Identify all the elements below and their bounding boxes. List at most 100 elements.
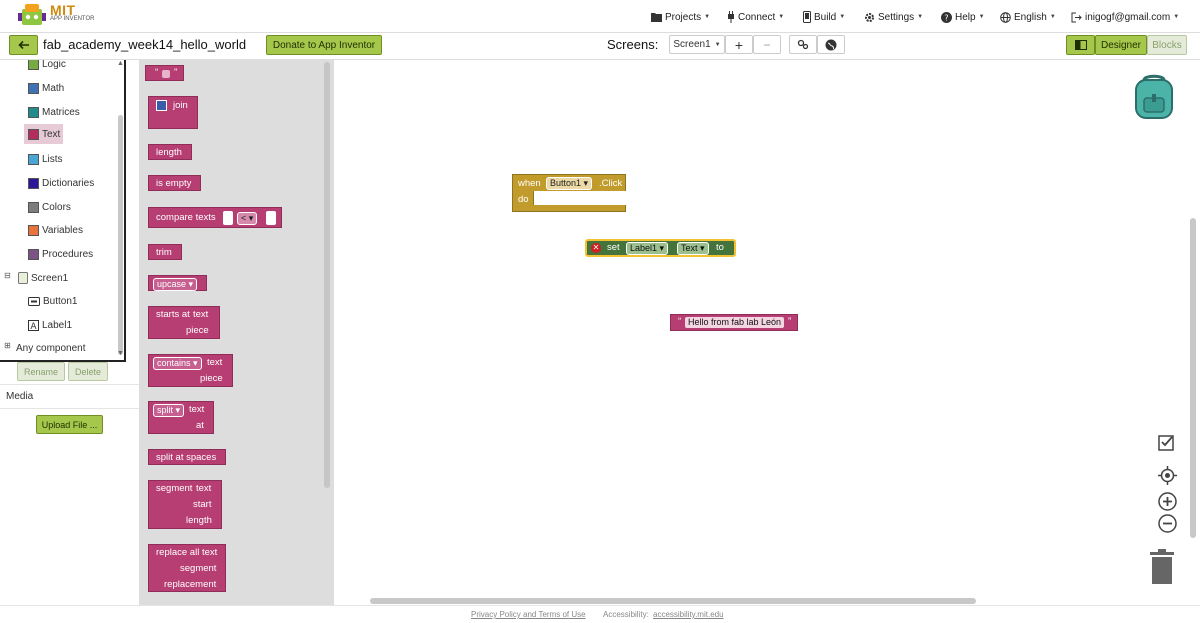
length-block[interactable]: length [148, 144, 192, 160]
designer-button[interactable]: Designer [1095, 35, 1147, 55]
quote-close: ” [788, 316, 792, 327]
split-block[interactable]: split ▾ text at [148, 401, 214, 434]
error-icon[interactable]: ✕ [591, 243, 601, 253]
blocks-workspace[interactable]: when Button1 ▾ .Click do ✕ set Label1 ▾ … [334, 60, 1200, 605]
menu-build[interactable]: Build ▼ [803, 8, 845, 26]
split-at-spaces-block[interactable]: split at spaces [148, 449, 226, 465]
compare-operator-dropdown[interactable]: < ▾ [237, 212, 258, 225]
replace-all-block[interactable]: replace all text segment replacement [148, 544, 226, 592]
tree-item-variables[interactable]: Variables [28, 222, 83, 238]
chevron-down-icon: ▼ [778, 14, 785, 20]
event-do-label: do [518, 194, 529, 205]
tree-item-label1[interactable]: A Label1 [28, 317, 72, 333]
remove-screen-button[interactable]: − [753, 35, 781, 54]
param-label: length [186, 515, 212, 526]
screen-select[interactable]: Screen1 ▼ [669, 35, 725, 54]
cleanup-checklist-icon[interactable] [1158, 433, 1176, 454]
tree-item-label: Screen1 [31, 272, 69, 284]
compare-texts-block[interactable]: compare texts < ▾ [148, 207, 282, 228]
string-value[interactable]: Hello from fab lab León [685, 317, 785, 328]
app-inventor-logo-icon[interactable] [18, 1, 48, 27]
zoom-out-icon[interactable] [1158, 514, 1177, 536]
tree-item-colors[interactable]: Colors [28, 199, 71, 215]
set-property-block[interactable]: ✕ set Label1 ▾ Text ▾ to [585, 239, 736, 257]
param-label: piece [200, 373, 223, 384]
contains-mode-dropdown[interactable]: contains ▾ [153, 357, 202, 370]
add-screen-button[interactable]: + [725, 35, 753, 54]
accessibility-link[interactable]: accessibility.mit.edu [653, 610, 724, 619]
delete-button[interactable]: Delete [68, 362, 108, 381]
tree-item-matrices[interactable]: Matrices [28, 104, 80, 120]
upcase-block[interactable]: upcase ▾ [148, 275, 207, 291]
param-label: start [193, 499, 212, 510]
tree-item-dictionaries[interactable]: Dictionaries [28, 175, 94, 191]
tree-item-math[interactable]: Math [28, 80, 64, 96]
project-properties-button[interactable] [789, 35, 817, 54]
tree-item-logic[interactable]: Logic [28, 60, 66, 72]
workspace-horizontal-scrollbar[interactable] [370, 598, 976, 604]
tree-item-lists[interactable]: Lists [28, 151, 63, 167]
sidebar-toggle-icon [1074, 40, 1087, 50]
tree-item-label: Any component [16, 342, 86, 354]
tree-item-any-component[interactable]: Any component [16, 340, 86, 356]
back-button[interactable] [9, 35, 38, 55]
event-block-footer [512, 205, 626, 212]
zoom-in-icon[interactable] [1158, 492, 1177, 514]
rename-button[interactable]: Rename [17, 362, 65, 381]
variables-color-swatch [28, 224, 39, 236]
preview-globe-button[interactable] [817, 35, 845, 54]
trim-block[interactable]: trim [148, 244, 182, 260]
menu-projects[interactable]: Projects ▼ [651, 8, 710, 26]
privacy-link[interactable]: Privacy Policy and Terms of Use [471, 610, 586, 619]
expand-icon[interactable]: ⊞ [4, 341, 11, 350]
block-label: compare texts [156, 212, 216, 223]
media-panel: Media [0, 384, 139, 409]
svg-text:A: A [30, 322, 37, 331]
set-component-dropdown[interactable]: Label1 ▾ [626, 242, 669, 255]
text-string-block[interactable]: “ ” [145, 65, 184, 81]
quote-open: “ [678, 316, 682, 327]
menu-connect-label: Connect [738, 11, 776, 23]
flyout-scrollbar[interactable] [324, 62, 330, 488]
upload-file-button[interactable]: Upload File ... [36, 415, 103, 434]
blocks-button[interactable]: Blocks [1147, 35, 1187, 55]
toggle-panels-button[interactable] [1066, 35, 1095, 55]
case-dropdown[interactable]: upcase ▾ [153, 278, 198, 291]
split-mode-dropdown[interactable]: split ▾ [153, 404, 185, 417]
scroll-up-icon[interactable]: ▲ [117, 60, 124, 67]
set-property-dropdown[interactable]: Text ▾ [677, 242, 709, 255]
event-block-header[interactable]: when Button1 ▾ .Click [512, 174, 626, 191]
tree-item-button1[interactable]: Button1 [28, 293, 77, 309]
donate-button[interactable]: Donate to App Inventor [266, 35, 382, 55]
event-component-dropdown[interactable]: Button1 ▾ [546, 177, 593, 190]
menu-language[interactable]: English ▼ [1000, 8, 1056, 26]
screens-label: Screens: [607, 37, 659, 52]
tree-scrollbar[interactable] [118, 115, 123, 355]
collapse-icon[interactable]: ⊟ [4, 271, 11, 280]
dropdown-value: Text [681, 243, 698, 253]
menu-settings[interactable]: Settings ▼ [864, 8, 923, 26]
param-label: piece [186, 325, 209, 336]
is-empty-block[interactable]: is empty [148, 175, 201, 191]
segment-block[interactable]: segment text start length [148, 480, 222, 529]
starts-at-block[interactable]: starts at text piece [148, 306, 220, 339]
trash-icon[interactable] [1148, 549, 1176, 588]
menu-account[interactable]: inigogf@gmail.com ▼ [1071, 8, 1179, 26]
menu-connect[interactable]: Connect ▼ [727, 8, 784, 26]
accessibility-label: Accessibility: [603, 610, 649, 619]
hello-string-block[interactable]: “ Hello from fab lab León ” [670, 314, 798, 331]
sign-out-icon [1071, 12, 1082, 22]
join-block[interactable]: join [148, 96, 198, 129]
workspace-vertical-scrollbar[interactable] [1190, 218, 1196, 538]
menu-help[interactable]: ? Help ▼ [941, 8, 985, 26]
folder-icon [651, 13, 662, 22]
math-color-swatch [28, 82, 39, 94]
tree-item-text[interactable]: Text [24, 124, 64, 144]
tree-item-procedures[interactable]: Procedures [28, 246, 93, 262]
recenter-icon[interactable] [1158, 466, 1177, 488]
contains-block[interactable]: contains ▾ text piece [148, 354, 233, 387]
mutator-gear-icon[interactable] [156, 100, 167, 111]
tree-item-screen1[interactable]: Screen1 [18, 270, 68, 286]
scroll-down-icon[interactable]: ▼ [117, 350, 124, 357]
backpack-icon[interactable] [1130, 72, 1178, 123]
